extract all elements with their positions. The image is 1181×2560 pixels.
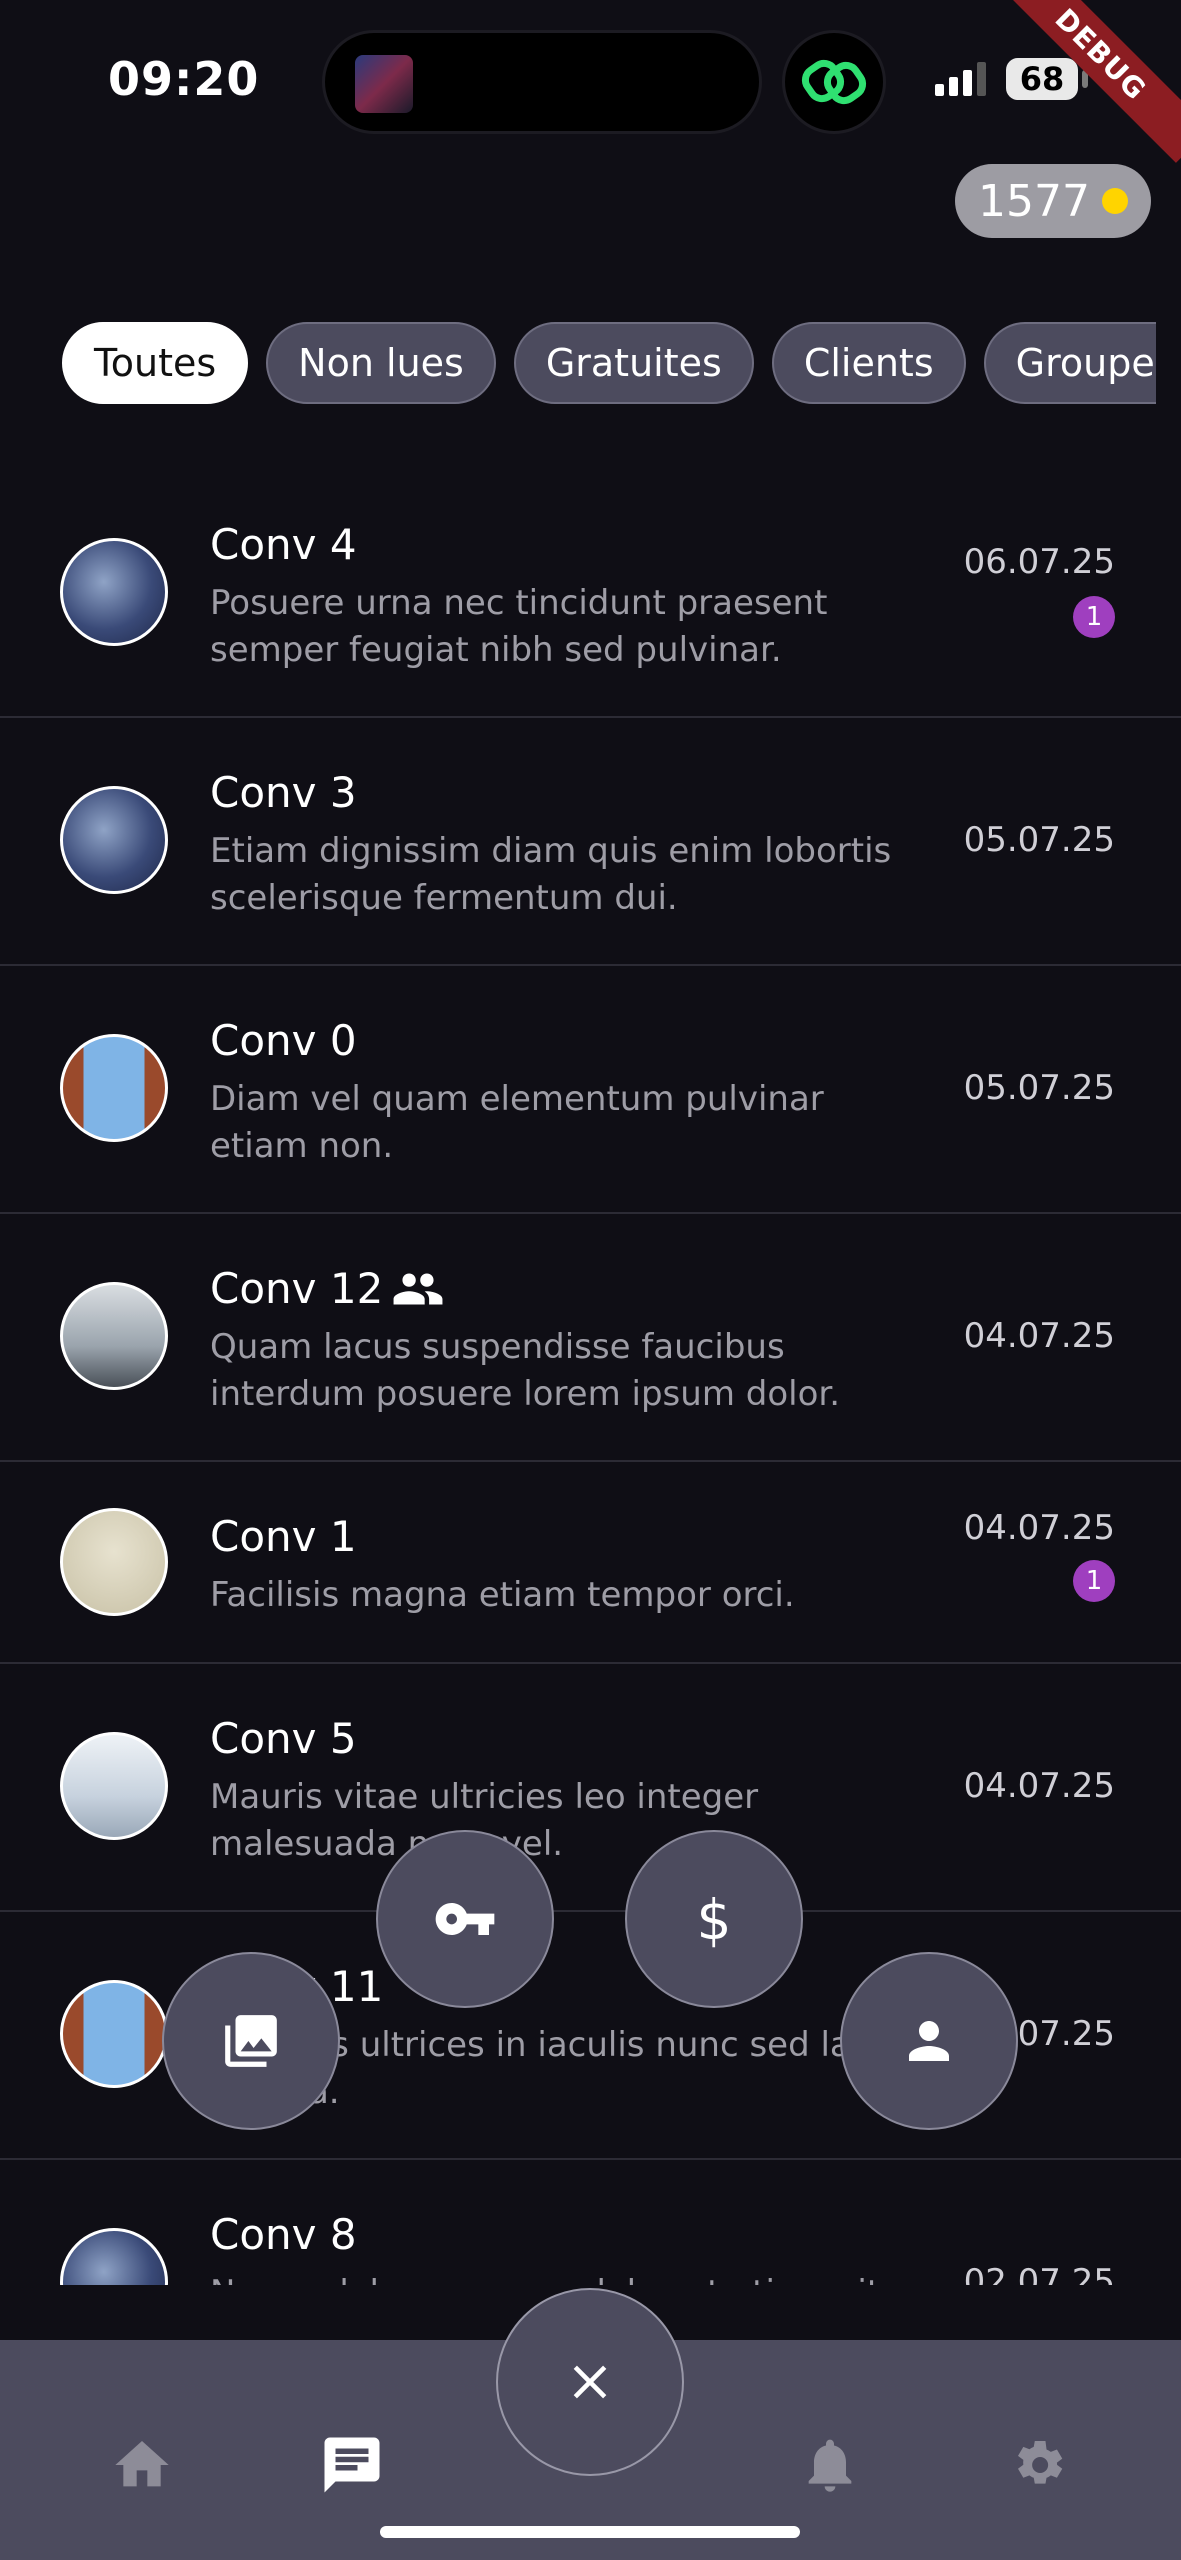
avatar	[60, 786, 168, 894]
gallery-action-button[interactable]	[162, 1952, 340, 2130]
dynamic-island	[322, 30, 762, 134]
filter-chip-clients[interactable]: Clients	[771, 322, 966, 404]
conversation-date: 04.07.25	[963, 1316, 1115, 1356]
bell-icon	[808, 2439, 852, 2492]
link-activity-icon	[782, 30, 886, 134]
conversation-date: 05.07.25	[963, 1068, 1115, 1108]
key-action-button[interactable]	[376, 1830, 554, 2008]
filter-chip-non-lues[interactable]: Non lues	[266, 322, 496, 404]
battery-indicator: 68	[1006, 58, 1078, 100]
conversation-date: 06.07.25	[963, 542, 1115, 582]
coin-amount: 1577	[978, 175, 1090, 227]
contact-action-button[interactable]	[840, 1952, 1018, 2130]
key-icon	[435, 1903, 495, 1935]
conversation-row[interactable]: Conv 8 Non sodales neque sodales ut etia…	[0, 2160, 1181, 2285]
home-indicator	[380, 2526, 800, 2538]
conversation-row[interactable]: Conv 1 Facilisis magna etiam tempor orci…	[0, 1462, 1181, 1664]
conversation-title-wrap: Conv 12	[210, 1264, 445, 1313]
person-icon	[909, 2021, 949, 2061]
nav-settings[interactable]	[998, 2425, 1078, 2505]
group-icon	[393, 1272, 443, 1305]
unread-badge: 1	[1073, 596, 1115, 638]
svg-text:$: $	[697, 1889, 732, 1949]
conversation-preview: Mauris vitae ultricies leo integer males…	[210, 1777, 759, 1864]
conversation-row[interactable]: Conv 4 Posuere urna nec tincidunt praese…	[0, 470, 1181, 718]
chat-icon	[324, 2437, 380, 2493]
close-menu-button[interactable]	[496, 2288, 684, 2476]
nav-notifications[interactable]	[790, 2425, 870, 2505]
conversation-preview: Posuere urna nec tincidunt praesent semp…	[210, 583, 828, 670]
conversation-preview: Etiam dignissim diam quis enim lobortis …	[210, 831, 892, 918]
nav-home[interactable]	[102, 2425, 182, 2505]
conversation-row[interactable]: Conv 3 Etiam dignissim diam quis enim lo…	[0, 718, 1181, 966]
filter-chip-toutes[interactable]: Toutes	[62, 322, 249, 404]
conversation-date: 05.07.25	[963, 820, 1115, 860]
coin-icon	[1101, 188, 1128, 214]
conversation-preview: Facilisis magna etiam tempor orci.	[210, 1575, 795, 1615]
gear-icon	[1018, 2441, 1063, 2484]
nav-messages[interactable]	[312, 2425, 392, 2505]
home-icon	[115, 2441, 169, 2487]
conversation-preview: Diam vel quam elementum pulvinar etiam n…	[210, 1079, 824, 1166]
conversation-title: Conv 5	[210, 1714, 357, 1763]
avatar	[60, 2228, 168, 2285]
conversation-date: 04.07.25	[963, 1508, 1115, 1548]
conversation-preview: Non sodales neque sodales ut etiam sit	[210, 2270, 930, 2285]
conversation-row[interactable]: Conv 12 Quam lacus suspendisse faucibus …	[0, 1214, 1181, 1462]
status-bar: 09:20 68 DEBUG	[0, 0, 1181, 163]
conversation-title: Conv 1	[210, 1512, 357, 1561]
conversation-title: Conv 4	[210, 520, 357, 569]
avatar	[60, 1732, 168, 1840]
avatar	[60, 538, 168, 646]
filter-bar: Toutes Non lues Gratuites Clients Groupe…	[62, 322, 1156, 408]
conversation-title: Conv 0	[210, 1016, 357, 1065]
conversation-title: Conv 3	[210, 768, 357, 817]
unread-badge: 1	[1073, 1560, 1115, 1602]
conversation-row[interactable]: Conv 0 Diam vel quam elementum pulvinar …	[0, 966, 1181, 1214]
gallery-icon	[225, 2015, 277, 2067]
filter-chip-groupes[interactable]: Groupes	[983, 322, 1156, 404]
conversation-title: Conv 8	[210, 2210, 357, 2259]
conversation-date: 02.07.25	[963, 2262, 1115, 2285]
avatar	[60, 1034, 168, 1142]
conversation-preview: Quam lacus suspendisse faucibus interdum…	[210, 1327, 841, 1414]
close-icon	[573, 2365, 607, 2399]
dollar-icon: $	[697, 1889, 732, 1949]
media-thumbnail	[355, 55, 413, 113]
filter-chip-gratuites[interactable]: Gratuites	[513, 322, 754, 404]
avatar	[60, 1508, 168, 1616]
conversation-row[interactable]: Conv 5 Mauris vitae ultricies leo intege…	[0, 1664, 1181, 1912]
signal-icon	[935, 62, 986, 96]
avatar	[60, 1282, 168, 1390]
conversation-date: 04.07.25	[963, 1766, 1115, 1806]
payment-action-button[interactable]: $	[625, 1830, 803, 2008]
avatar	[60, 1980, 168, 2088]
coin-balance[interactable]: 1577	[955, 164, 1151, 238]
conversation-title: Conv 12	[210, 1264, 384, 1313]
status-time: 09:20	[108, 52, 260, 106]
